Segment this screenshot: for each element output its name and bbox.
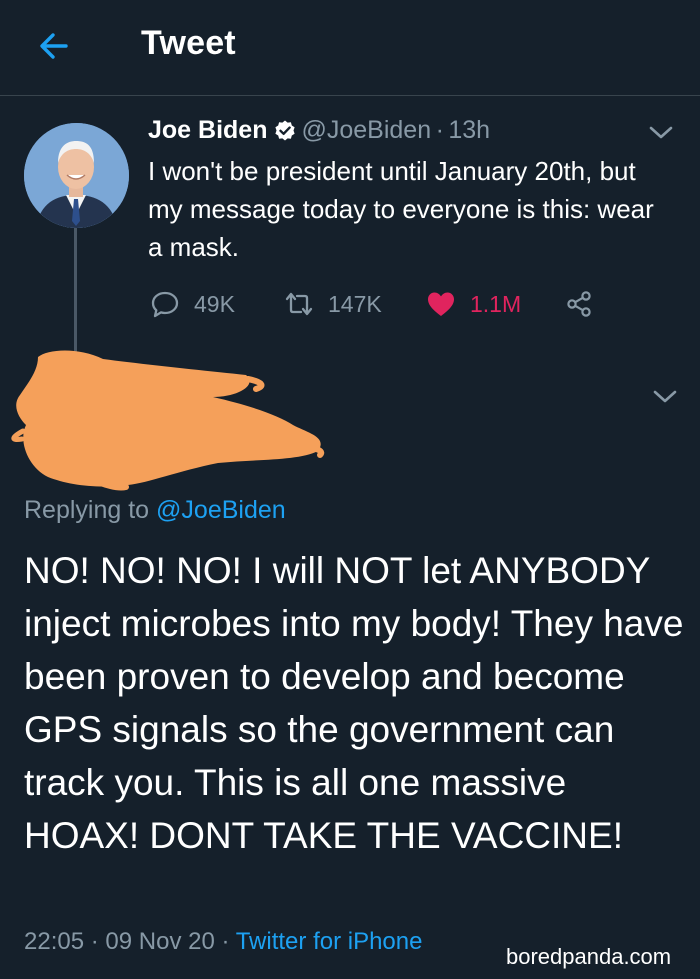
replying-handle-link[interactable]: @JoeBiden bbox=[156, 496, 286, 524]
author-name[interactable]: Joe Biden bbox=[148, 116, 267, 144]
retweet-button[interactable]: 147K bbox=[284, 286, 382, 322]
share-button[interactable] bbox=[564, 286, 594, 322]
top-bar: Tweet bbox=[0, 0, 700, 96]
share-icon bbox=[567, 291, 591, 317]
avatar[interactable] bbox=[24, 123, 129, 228]
reply-icon bbox=[151, 291, 179, 318]
separator-dot: · bbox=[435, 116, 444, 144]
watermark: boredpanda.com bbox=[506, 944, 672, 969]
tweet-time[interactable]: 13h bbox=[448, 116, 490, 144]
replying-to: Replying to @JoeBiden bbox=[24, 496, 286, 525]
reply-time: 22:05 bbox=[24, 928, 85, 955]
reply-date: 09 Nov 20 bbox=[105, 928, 215, 955]
separator-dot: · bbox=[90, 928, 99, 955]
page-title: Tweet bbox=[141, 24, 236, 62]
like-button[interactable]: 1.1M bbox=[426, 286, 521, 322]
author-handle[interactable]: @JoeBiden bbox=[301, 116, 431, 144]
verified-badge-icon bbox=[275, 120, 296, 140]
like-count: 1.1M bbox=[470, 290, 522, 317]
tweet-metadata: 22:05 · 09 Nov 20 · Twitter for iPhone bbox=[24, 928, 422, 956]
retweet-icon bbox=[285, 292, 313, 316]
reply-button[interactable]: 49K bbox=[150, 286, 235, 322]
separator-dot: · bbox=[221, 928, 230, 955]
redacted-author-scribble bbox=[11, 350, 325, 491]
replying-prefix: Replying to bbox=[24, 496, 157, 524]
retweet-count: 147K bbox=[328, 290, 382, 317]
tweet-source-link[interactable]: Twitter for iPhone bbox=[236, 928, 423, 955]
arrow-left-icon[interactable] bbox=[36, 28, 72, 64]
tweet-text: I won't be president until January 20th,… bbox=[148, 156, 654, 262]
tweet-header: Joe Biden @JoeBiden · 13h bbox=[148, 116, 490, 152]
chevron-down-icon[interactable] bbox=[652, 388, 678, 406]
reply-count: 49K bbox=[194, 290, 235, 317]
heart-icon bbox=[428, 292, 454, 316]
reply-text: NO! NO! NO! I will NOT let ANYBODY injec… bbox=[24, 550, 684, 856]
chevron-down-icon[interactable] bbox=[648, 124, 674, 142]
